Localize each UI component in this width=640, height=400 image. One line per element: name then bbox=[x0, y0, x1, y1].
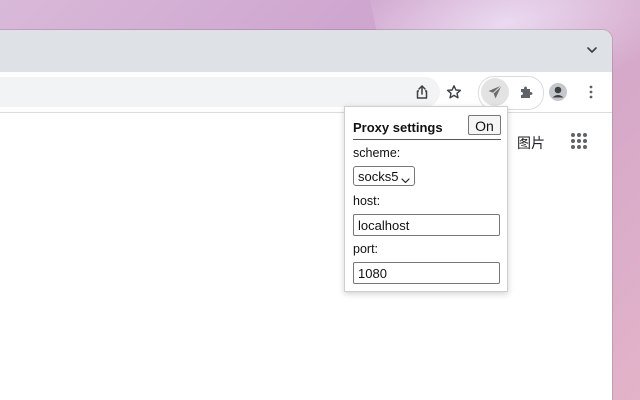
popup-title: Proxy settings bbox=[353, 120, 443, 135]
popup-header: Proxy settings On bbox=[353, 115, 501, 140]
port-input-value: 1080 bbox=[358, 266, 387, 281]
scheme-select-value: socks5 bbox=[358, 169, 399, 184]
bookmark-star-icon[interactable] bbox=[440, 78, 468, 106]
host-input[interactable]: localhost bbox=[353, 214, 500, 236]
address-bar[interactable] bbox=[0, 77, 440, 107]
proxy-settings-popup: Proxy settings On scheme: socks5 host: l… bbox=[344, 106, 508, 292]
profile-avatar-icon[interactable] bbox=[544, 78, 572, 106]
host-label: host: bbox=[353, 194, 381, 208]
tab-search-chevron-icon[interactable] bbox=[584, 42, 600, 58]
port-input[interactable]: 1080 bbox=[353, 262, 500, 284]
scheme-select[interactable]: socks5 bbox=[353, 166, 415, 186]
extensions-puzzle-icon[interactable] bbox=[512, 78, 540, 106]
chevron-down-icon bbox=[401, 172, 410, 184]
port-label: port: bbox=[353, 242, 379, 256]
apps-grid-icon[interactable] bbox=[570, 132, 588, 150]
proxy-extension-icon[interactable] bbox=[481, 78, 509, 106]
share-icon[interactable] bbox=[408, 78, 436, 106]
more-menu-icon[interactable] bbox=[577, 78, 605, 106]
scheme-label: scheme: bbox=[353, 146, 401, 160]
tab-strip bbox=[0, 30, 612, 72]
browser-window: 图片 bbox=[0, 30, 612, 400]
proxy-toggle-button[interactable]: On bbox=[468, 115, 501, 135]
browser-toolbar bbox=[0, 72, 612, 113]
host-input-value: localhost bbox=[358, 218, 410, 233]
page-content: 图片 bbox=[0, 113, 612, 400]
images-link[interactable]: 图片 bbox=[517, 133, 545, 153]
